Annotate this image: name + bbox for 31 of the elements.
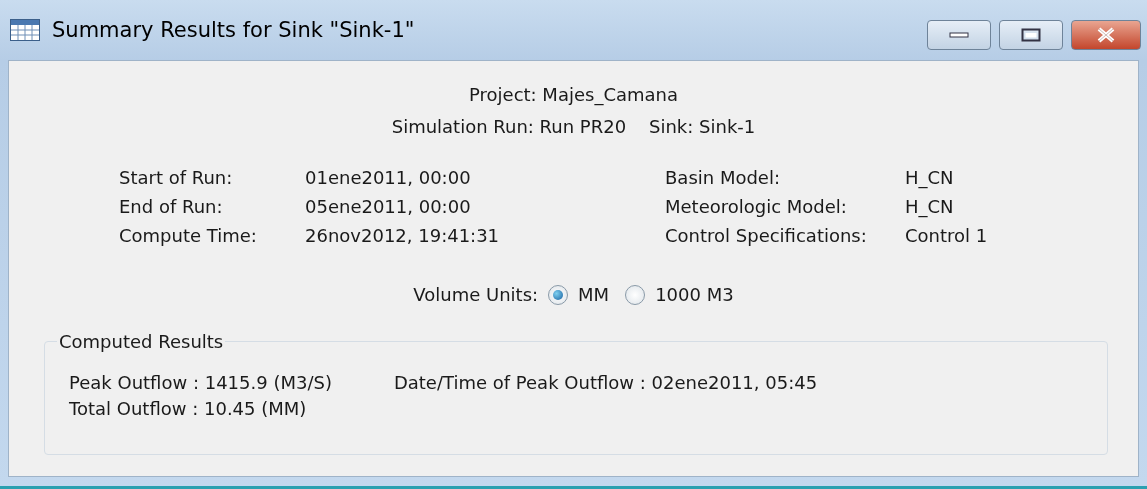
volume-units-label: Volume Units: (413, 284, 539, 305)
result-text: Total Outflow : 10.45 (MM) (69, 397, 308, 421)
field-value: 26nov2012, 19:41:31 (305, 224, 501, 248)
field-label: Meteorologic Model: (665, 195, 848, 219)
field-value: H_CN (905, 166, 955, 191)
radio-button[interactable] (548, 284, 569, 305)
minimize-icon (949, 31, 969, 39)
group-title: Computed Results (58, 331, 225, 352)
result-text: Date/Time of Peak Outflow : 02ene2011, 05:45 (393, 371, 818, 395)
field-label: Compute Time: (119, 224, 258, 248)
radio-label[interactable]: 1000 M3 (655, 284, 734, 305)
field-label: Start of Run: (119, 166, 234, 190)
maximize-icon (1021, 28, 1041, 42)
field-value: 01ene2011, 00:00 (305, 166, 472, 190)
project-label: Project: Majes_Camana (469, 84, 678, 105)
result-text: Peak Outflow : 1415.9 (M3/S) (69, 371, 332, 395)
field-label: Control Specifications: (665, 224, 868, 248)
field-value: 05ene2011, 00:00 (305, 195, 472, 219)
field-label: End of Run: (119, 195, 224, 219)
close-button[interactable] (1071, 20, 1141, 50)
field-value: H_CN (905, 195, 955, 220)
radio-label[interactable]: MM (578, 284, 610, 305)
table-icon (10, 19, 40, 41)
maximize-button[interactable] (999, 20, 1063, 50)
radio-button[interactable] (625, 284, 646, 305)
window-title: Summary Results for Sink "Sink-1" (52, 18, 416, 42)
minimize-button[interactable] (927, 20, 991, 50)
run-label: Simulation Run: Run PR20 (391, 116, 627, 137)
field-value: Control 1 (905, 224, 989, 248)
field-label: Basin Model: (665, 166, 781, 190)
sink-label: Sink: Sink-1 (649, 116, 756, 137)
